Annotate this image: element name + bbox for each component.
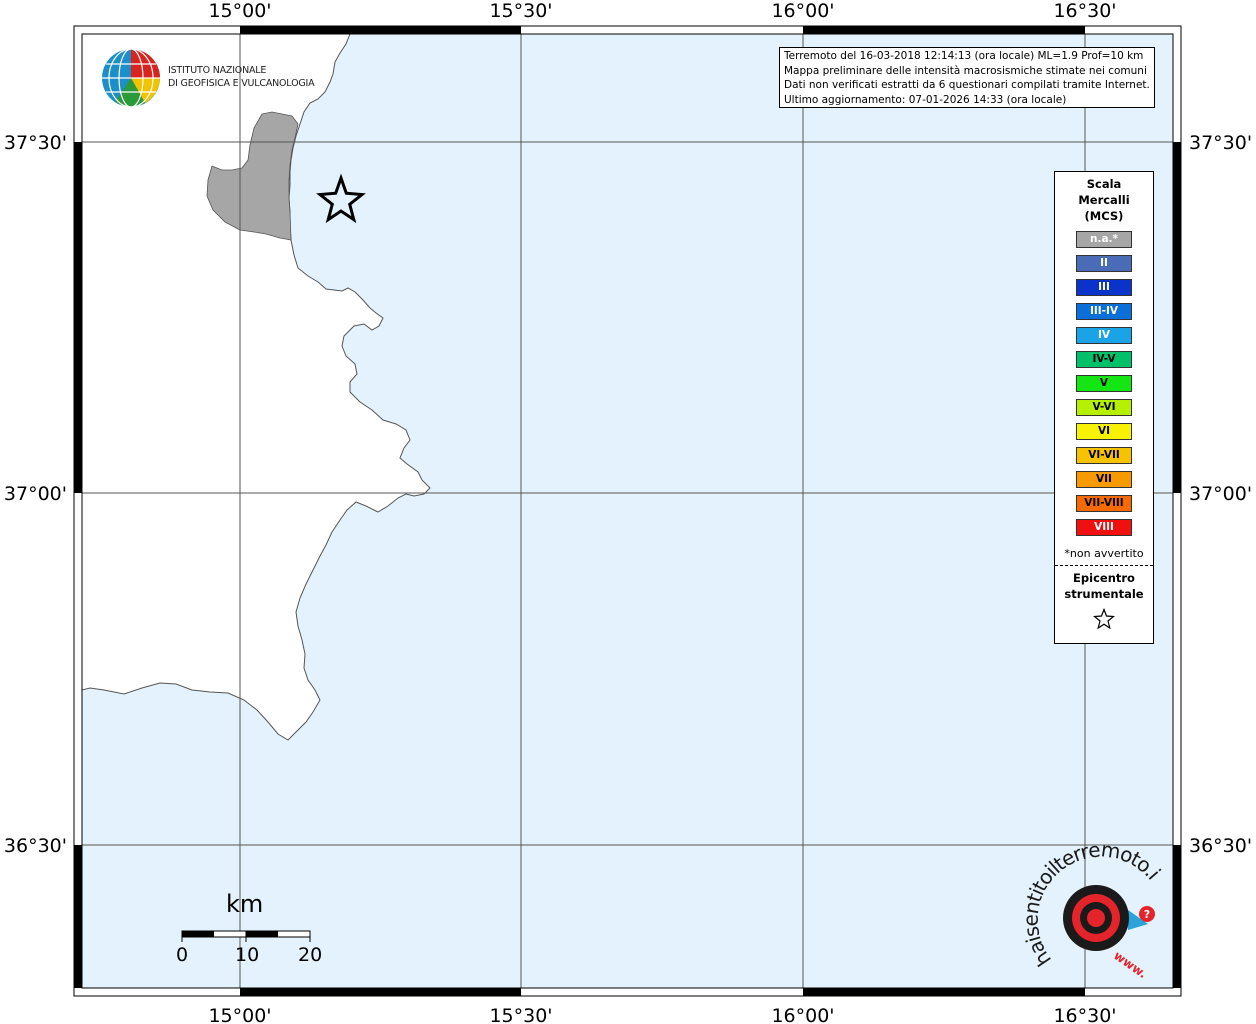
left-label-3: 36°30' (4, 835, 67, 857)
legend-item: VI-VII (1076, 447, 1132, 464)
bottom-label-1: 15°00' (208, 1005, 271, 1024)
right-label-1: 37°30' (1189, 132, 1252, 154)
legend-item: VI (1076, 423, 1132, 440)
legend-title-line-2: Mercalli (1078, 193, 1130, 207)
legend-item: V (1076, 375, 1132, 392)
scale-label-0: 0 (176, 944, 189, 966)
mcs-legend: Scala Mercalli (MCS) n.a.* II III III-IV IV I… (1054, 171, 1154, 644)
left-label-1: 37°30' (4, 132, 67, 154)
info-line-3: Dati non verificati estratti da 6 questi… (784, 79, 1150, 91)
legend-separator (1055, 565, 1153, 566)
right-label-2: 37°00' (1189, 483, 1252, 505)
info-line-2: Mappa preliminare delle intensità macros… (784, 64, 1147, 77)
top-label-1: 15°00' (208, 0, 271, 22)
legend-item: IV-V (1076, 351, 1132, 368)
ingv-line-2: DI GEOFISICA E VULCANOLOGIA (168, 78, 315, 89)
top-label-4: 16°30' (1053, 0, 1116, 22)
top-label-3: 16°00' (771, 0, 834, 22)
info-line-1: Terremoto del 16-03-2018 12:14:13 (ora l… (784, 50, 1144, 62)
legend-item: III-IV (1076, 303, 1132, 320)
legend-item: n.a.* (1076, 231, 1132, 248)
legend-epicentre-line-2: strumentale (1064, 587, 1144, 601)
top-label-2: 15°30' (489, 0, 552, 22)
legend-item: VII-VIII (1076, 495, 1132, 512)
legend-title: Scala Mercalli (MCS) (1055, 176, 1153, 224)
legend-note: *non avvertito (1064, 547, 1144, 560)
legend-item: IV (1076, 327, 1132, 344)
svg-text:?: ? (1144, 908, 1150, 921)
ingv-line-1: ISTITUTO NAZIONALE (168, 65, 267, 76)
legend-item: III (1076, 279, 1132, 296)
legend-star-icon (1055, 607, 1153, 634)
earthquake-info-box: Terremoto del 16-03-2018 12:14:13 (ora l… (779, 47, 1155, 108)
scale-label-10: 10 (235, 944, 260, 966)
bottom-label-2: 15°30' (489, 1005, 552, 1024)
legend-title-line-3: (MCS) (1084, 209, 1124, 223)
legend-item: VII (1076, 471, 1132, 488)
right-label-3: 36°30' (1189, 835, 1252, 857)
ingv-logo-text: ISTITUTO NAZIONALE DI GEOFISICA E VULCAN… (168, 64, 315, 90)
scale-label-20: 20 (298, 944, 323, 966)
info-line-4: Ultimo aggiornamento: 07-01-2026 14:33 (… (784, 93, 1067, 106)
left-label-2: 37°00' (4, 483, 67, 505)
legend-item: V-VI (1076, 399, 1132, 416)
legend-title-line-1: Scala (1086, 177, 1122, 191)
legend-item: VIII (1076, 519, 1132, 536)
legend-epicentre-line-1: Epicentro (1073, 571, 1135, 585)
legend-items: n.a.* II III III-IV IV IV-V V V-VI VI VI-VII VII VI… (1055, 231, 1153, 536)
ingv-logo-icon (102, 48, 160, 108)
legend-epicentre-label: Epicentro strumentale (1055, 570, 1153, 602)
legend-item: II (1076, 255, 1132, 272)
bottom-label-4: 16°30' (1053, 1005, 1116, 1024)
bottom-label-3: 16°00' (771, 1005, 834, 1024)
scale-unit: km (226, 890, 264, 918)
